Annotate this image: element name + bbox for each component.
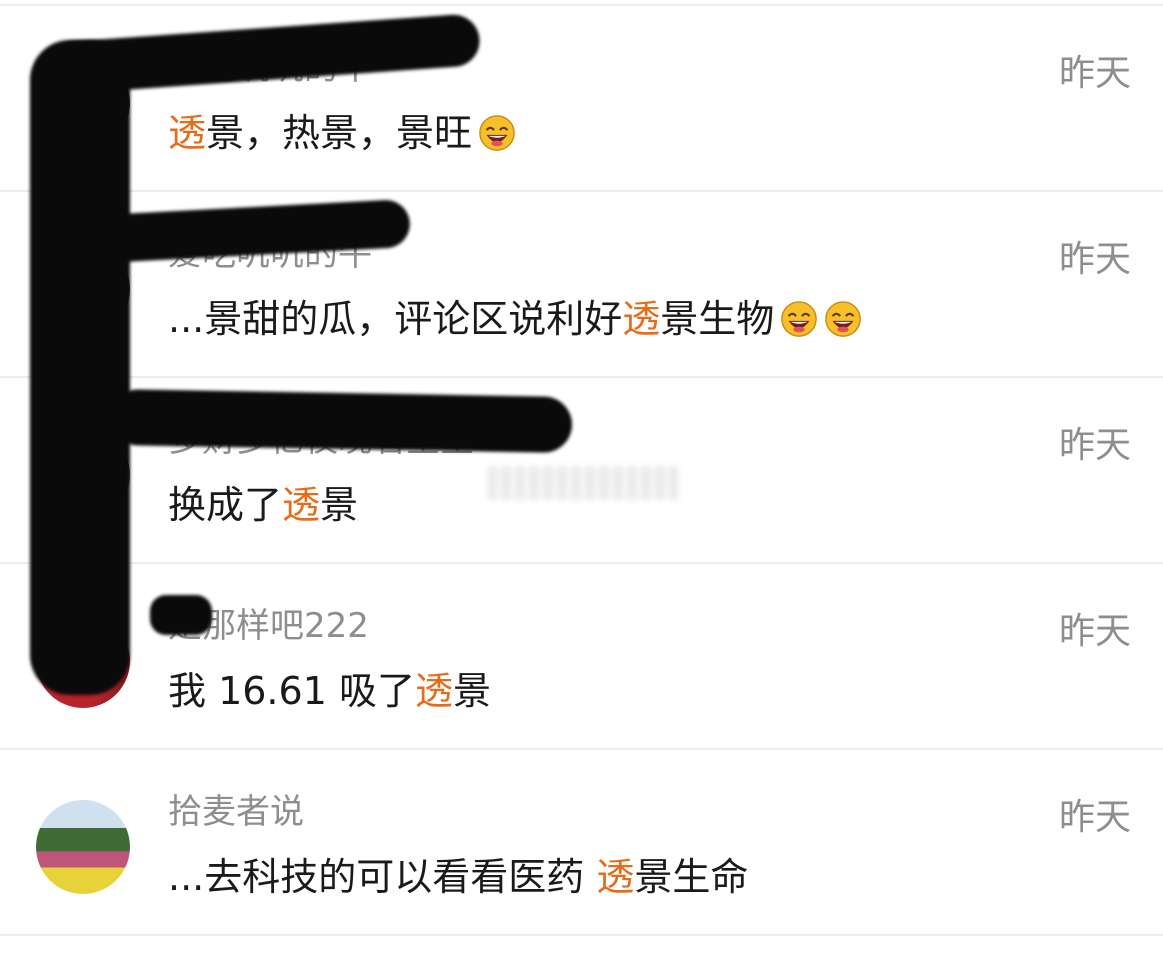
grinning-face-icon — [781, 301, 818, 337]
text-segment: 景生物 — [660, 297, 775, 341]
comment-text: 我 16.61 吸了透景 — [168, 660, 491, 715]
comment-time: 昨天 — [1058, 239, 1131, 280]
highlighted-keyword[interactable]: 透 — [168, 111, 206, 155]
blurred-text — [488, 466, 678, 500]
text-segment: 我 16.61 吸了 — [168, 669, 415, 713]
comment-item[interactable]: 是那样吧222 昨天 我 16.61 吸了透景 — [0, 564, 1163, 750]
text-segment: 换成了 — [168, 483, 283, 527]
text-segment: ...去科技的可以看看医药 — [168, 855, 597, 899]
grinning-face-icon — [479, 115, 515, 151]
comment-text: 换成了透景 — [168, 474, 358, 529]
grinning-face-icon — [825, 301, 862, 337]
avatar[interactable] — [36, 800, 130, 894]
highlighted-keyword[interactable]: 透 — [282, 483, 320, 527]
highlighted-keyword[interactable]: 透 — [596, 855, 634, 899]
highlighted-keyword[interactable]: 透 — [622, 297, 660, 341]
text-segment: ...景甜的瓜，评论区说利好 — [168, 297, 623, 341]
comment-item[interactable]: 拾麦者说 昨天 ...去科技的可以看看医药 透景生命 — [0, 750, 1163, 936]
text-segment: 景 — [452, 669, 491, 713]
redaction-stroke — [109, 388, 573, 454]
redaction-stroke — [150, 595, 212, 635]
redaction-stroke — [30, 40, 130, 695]
text-segment: 景 — [320, 483, 359, 527]
comment-text: ...景甜的瓜，评论区说利好透景生物 — [168, 288, 862, 343]
comment-text: ...去科技的可以看看医药 透景生命 — [168, 846, 748, 901]
comment-time: 昨天 — [1058, 53, 1131, 94]
highlighted-keyword[interactable]: 透 — [415, 669, 453, 713]
text-segment: 景，热景，景旺 — [206, 111, 473, 155]
comment-time: 昨天 — [1058, 797, 1131, 838]
comment-time: 昨天 — [1058, 425, 1131, 466]
text-segment: 景生命 — [634, 855, 749, 899]
divider — [0, 934, 1163, 936]
comment-time: 昨天 — [1058, 611, 1131, 652]
comment-author[interactable]: 拾麦者说 — [168, 784, 304, 833]
comment-text: 透景，热景，景旺 — [168, 102, 516, 157]
